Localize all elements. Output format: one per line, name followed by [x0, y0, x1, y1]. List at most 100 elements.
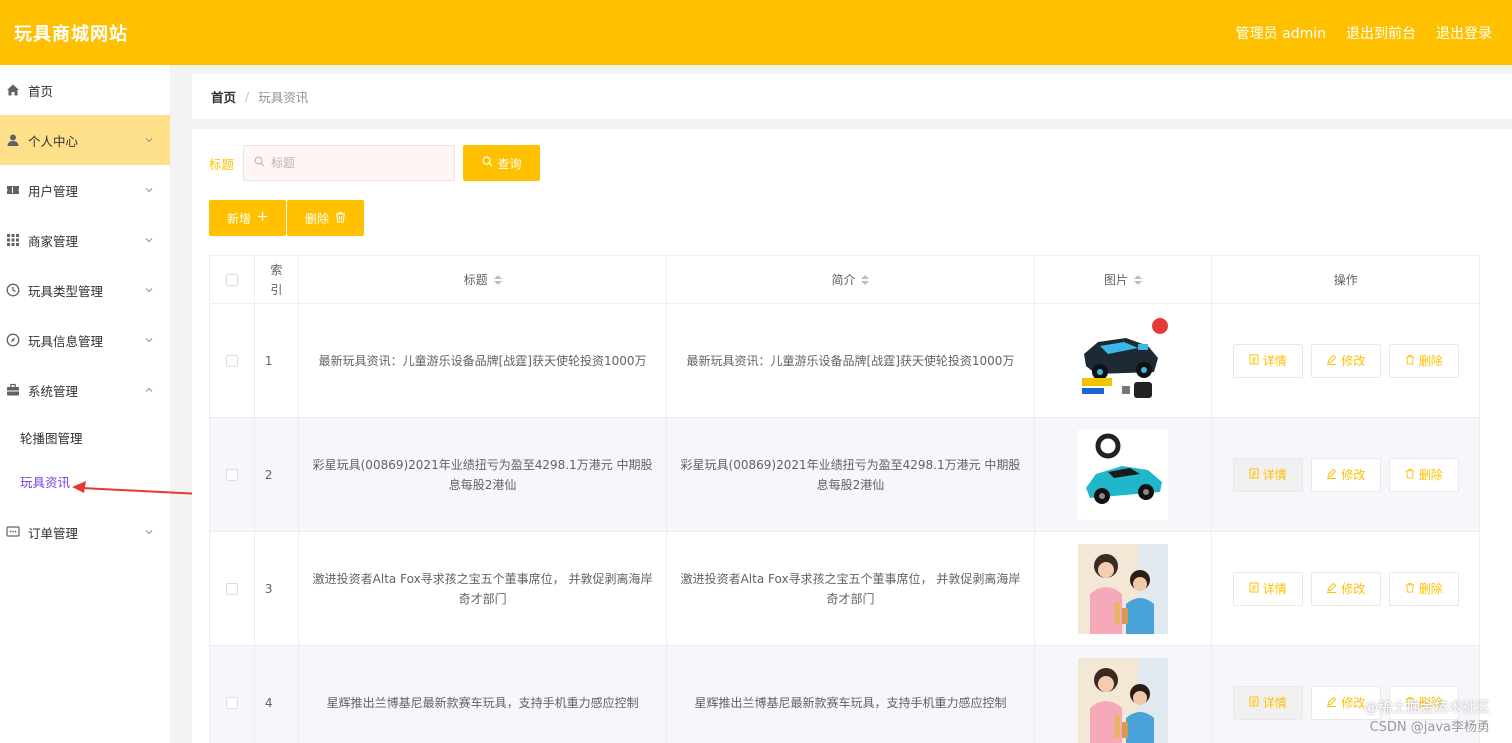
chevron-down-icon [144, 335, 154, 345]
select-all-checkbox[interactable] [225, 273, 238, 286]
header-index: 索引 [255, 256, 299, 303]
edit-button[interactable]: 修改 [1310, 457, 1381, 492]
edit-icon [1326, 351, 1337, 371]
search-icon [482, 156, 493, 170]
compass-icon [6, 333, 20, 347]
sidebar-subitem-label: 轮播图管理 [20, 430, 83, 446]
trash-icon [1405, 351, 1415, 371]
rc-car-thumbnail [1078, 315, 1169, 406]
row-title: 星辉推出兰博基尼最新款赛车玩具，支持手机重力感应控制 [299, 646, 668, 743]
sidebar-item-label: 订单管理 [28, 525, 79, 541]
sort-icon[interactable] [1134, 274, 1143, 285]
table-row: 4 星辉推出兰博基尼最新款赛车玩具，支持手机重力感应控制 星辉推出兰博基尼最新款… [210, 646, 1479, 743]
edit-button[interactable]: 修改 [1310, 343, 1381, 378]
kids-playing-thumbnail [1078, 543, 1169, 634]
breadcrumb-home[interactable]: 首页 [211, 87, 236, 106]
plus-icon [257, 211, 268, 225]
chat-icon [6, 525, 20, 539]
sidebar-item-personal-center[interactable]: 个人中心 [0, 115, 170, 165]
watermark: @稀土掘金技术社区 CSDN @java李杨勇 [1364, 698, 1490, 738]
detail-button[interactable]: 详情 [1232, 685, 1303, 720]
chevron-up-icon [144, 385, 154, 395]
row-checkbox[interactable] [225, 468, 238, 481]
sidebar-item-toy-info-management[interactable]: 玩具信息管理 [0, 315, 170, 365]
table-row: 2 彩星玩具(00869)2021年业绩扭亏为盈至4298.1万港元 中期股息每… [210, 418, 1479, 532]
breadcrumb-separator: / [245, 89, 250, 104]
user-icon [6, 133, 20, 147]
top-header: 玩具商城网站 管理员 admin 退出到前台 退出登录 [0, 0, 1512, 65]
delete-button[interactable]: 删除 [1388, 571, 1459, 606]
detail-button[interactable]: 详情 [1232, 343, 1303, 378]
kids-playing-thumbnail [1078, 657, 1169, 743]
sort-icon[interactable] [861, 274, 870, 285]
delete-button-label: 删除 [304, 211, 329, 226]
sidebar-subitem-label: 玩具资讯 [20, 474, 71, 490]
sidebar-item-label: 用户管理 [28, 183, 79, 199]
news-table: 索引 标题 简介 图片 操作 1 最新玩具资讯：儿童游乐设备品牌[战霆]获天使轮… [209, 255, 1480, 743]
home-icon [6, 83, 20, 97]
sidebar-item-user-management[interactable]: 用户管理 [0, 165, 170, 215]
detail-button[interactable]: 详情 [1232, 457, 1303, 492]
row-checkbox[interactable] [225, 582, 238, 595]
watermark-line-2: CSDN @java李杨勇 [1369, 720, 1490, 735]
sidebar-item-system-management[interactable]: 系统管理 [0, 365, 170, 415]
sidebar-item-label: 个人中心 [28, 133, 79, 149]
row-brief: 星辉推出兰博基尼最新款赛车玩具，支持手机重力感应控制 [667, 646, 1035, 743]
ticket-icon [6, 183, 20, 197]
logout-link[interactable]: 退出登录 [1436, 23, 1492, 43]
edit-icon [1326, 465, 1337, 485]
sidebar-item-home[interactable]: 首页 [0, 65, 170, 115]
breadcrumb-current: 玩具资讯 [258, 90, 309, 105]
search-label: 标题 [209, 156, 235, 172]
header-brief[interactable]: 简介 [667, 256, 1035, 303]
header-picture[interactable]: 图片 [1035, 256, 1213, 303]
table-row: 1 最新玩具资讯：儿童游乐设备品牌[战霆]获天使轮投资1000万 最新玩具资讯：… [210, 304, 1479, 418]
sidebar: 首页 个人中心 用户管理 商家管理 玩具类型管理 玩具信息管理 系统管理 轮播图… [0, 65, 170, 743]
chevron-down-icon [144, 527, 154, 537]
sidebar-subitem-carousel[interactable]: 轮播图管理 [0, 415, 170, 459]
chevron-down-icon [144, 235, 154, 245]
briefcase-icon [6, 383, 20, 397]
edit-button[interactable]: 修改 [1310, 571, 1381, 606]
row-checkbox[interactable] [225, 354, 238, 367]
chevron-down-icon [144, 135, 154, 145]
sidebar-item-label: 首页 [28, 83, 54, 99]
row-checkbox[interactable] [225, 696, 238, 709]
add-button[interactable]: 新增 [209, 200, 286, 236]
chevron-down-icon [144, 285, 154, 295]
row-title: 最新玩具资讯：儿童游乐设备品牌[战霆]获天使轮投资1000万 [299, 304, 668, 417]
header-operation: 操作 [1333, 272, 1358, 287]
row-index: 4 [255, 646, 299, 743]
row-index: 2 [255, 418, 299, 531]
race-car-thumbnail [1078, 429, 1169, 520]
row-brief: 最新玩具资讯：儿童游乐设备品牌[战霆]获天使轮投资1000万 [667, 304, 1035, 417]
sidebar-item-merchant-management[interactable]: 商家管理 [0, 215, 170, 265]
edit-icon [1326, 693, 1337, 713]
chevron-down-icon [144, 185, 154, 195]
clock-icon [6, 283, 20, 297]
search-input[interactable] [271, 156, 442, 170]
search-bar: 标题 查询 [209, 145, 541, 181]
sidebar-item-label: 玩具类型管理 [28, 283, 104, 299]
grid-icon [6, 233, 20, 247]
delete-button[interactable]: 删除 [1388, 457, 1459, 492]
trash-icon [1405, 579, 1415, 599]
bulk-delete-button[interactable]: 删除 [287, 200, 364, 236]
site-brand: 玩具商城网站 [14, 23, 128, 45]
delete-button[interactable]: 删除 [1388, 343, 1459, 378]
sidebar-item-order-management[interactable]: 订单管理 [0, 507, 170, 557]
watermark-line-1: @稀土掘金技术社区 [1364, 700, 1490, 716]
query-button[interactable]: 查询 [463, 145, 541, 181]
table-header: 索引 标题 简介 图片 操作 [210, 256, 1479, 304]
header-actions: 管理员 admin 退出到前台 退出登录 [1236, 23, 1492, 43]
action-bar: 新增 删除 [209, 200, 364, 236]
sort-icon[interactable] [493, 274, 502, 285]
sidebar-item-toy-type-management[interactable]: 玩具类型管理 [0, 265, 170, 315]
header-title[interactable]: 标题 [299, 256, 668, 303]
add-button-label: 新增 [226, 211, 251, 226]
detail-button[interactable]: 详情 [1232, 571, 1303, 606]
exit-to-front-link[interactable]: 退出到前台 [1346, 23, 1416, 43]
search-field[interactable] [243, 145, 456, 181]
admin-label: 管理员 admin [1235, 25, 1326, 42]
trash-icon [335, 211, 346, 226]
